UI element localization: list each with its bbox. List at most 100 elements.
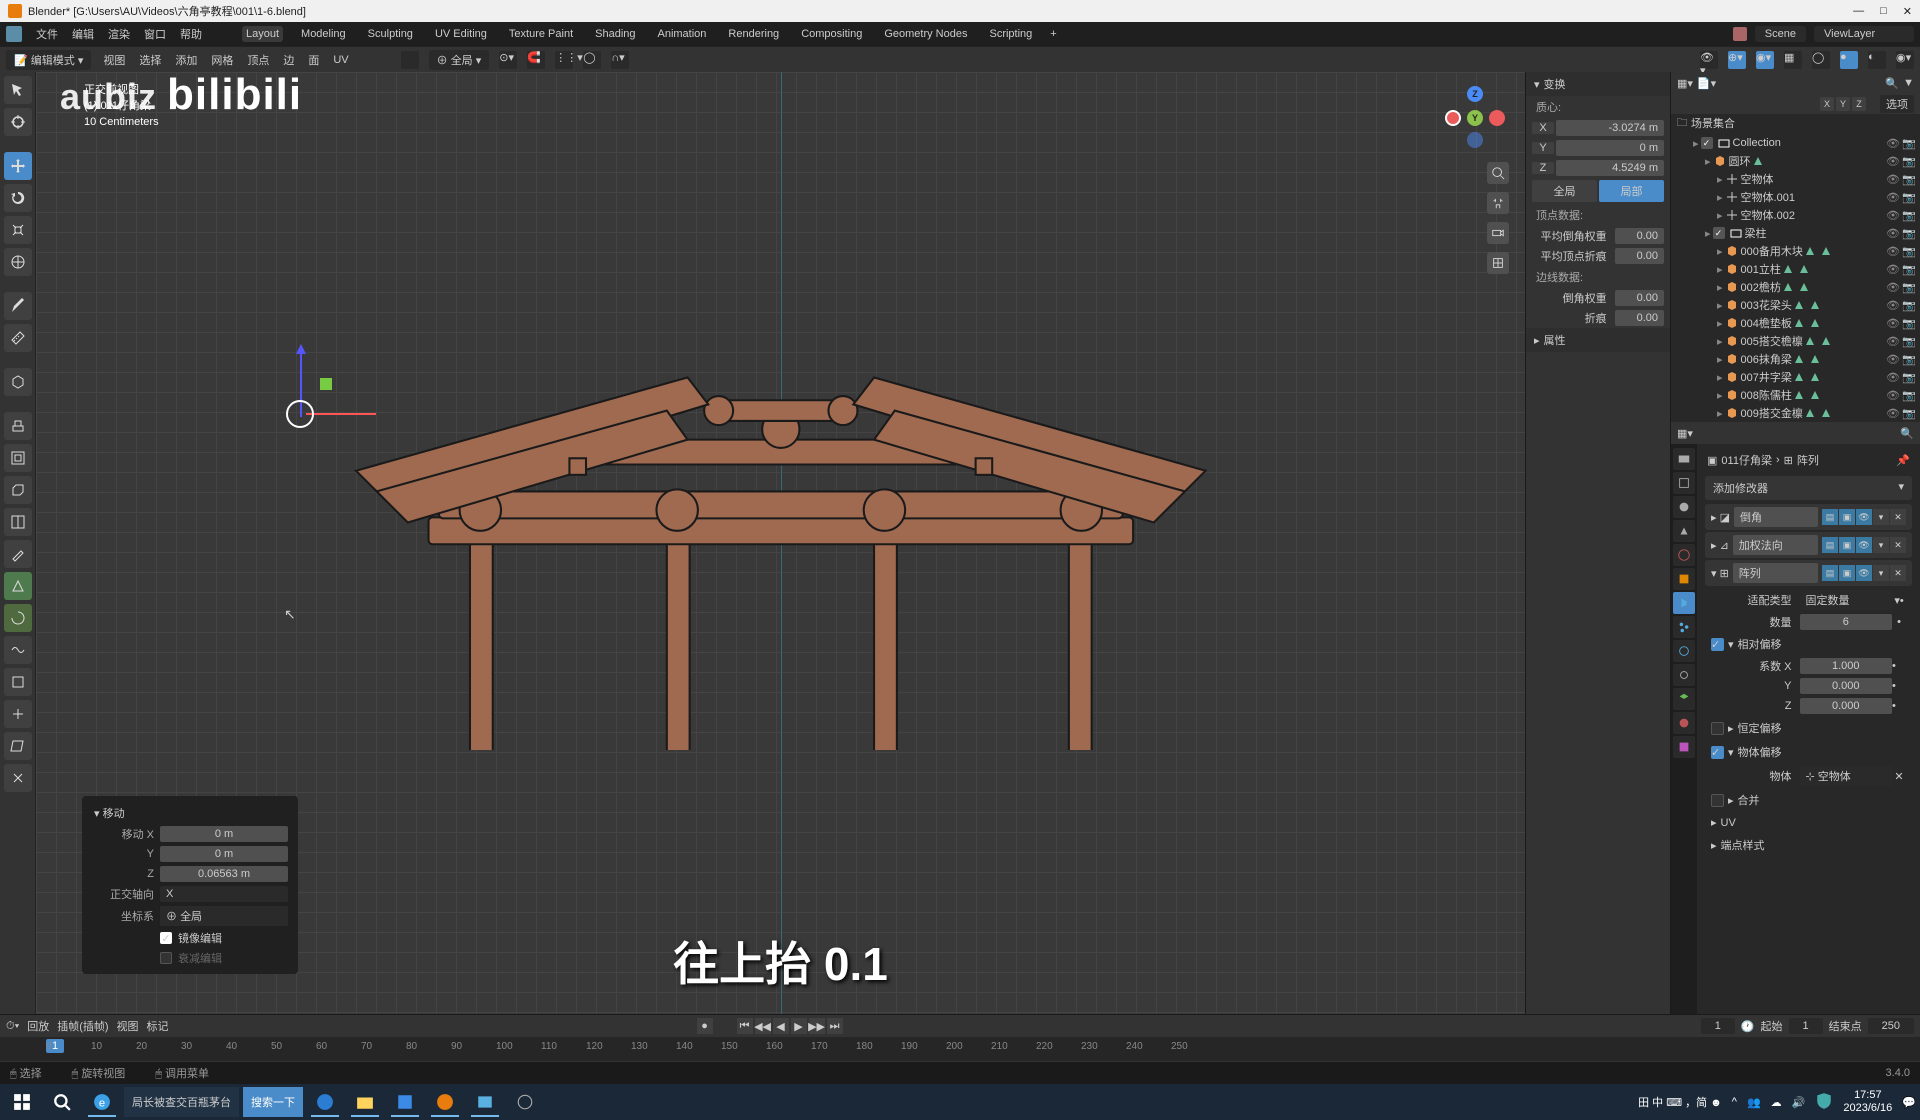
orient-select[interactable]: ⊕ 全局: [160, 906, 288, 926]
prop-tab-render[interactable]: [1673, 448, 1695, 470]
workspace-tab-sculpting[interactable]: Sculpting: [364, 26, 417, 42]
tool-move[interactable]: [4, 152, 32, 180]
tool-transform[interactable]: [4, 248, 32, 276]
proportional-toggle[interactable]: ◯: [583, 51, 601, 69]
move-y-field[interactable]: 0 m: [160, 846, 288, 862]
tool-inset[interactable]: [4, 444, 32, 472]
timeline-ruler[interactable]: 1 01020304050607080901001101201301401501…: [0, 1037, 1920, 1061]
gizmo-center[interactable]: [286, 400, 314, 428]
tray-notifications[interactable]: 💬: [1902, 1096, 1916, 1109]
operator-title[interactable]: ▾ 移动: [88, 802, 292, 824]
tool-cursor[interactable]: [4, 108, 32, 136]
menu-render[interactable]: 渲染: [108, 26, 130, 42]
outliner-row[interactable]: ▸008陈儒柱👁📷: [1671, 386, 1920, 404]
timeline-type-icon[interactable]: ⏱▾: [6, 1020, 19, 1033]
shading-solid[interactable]: ●: [1840, 51, 1858, 69]
axis-gizmo[interactable]: Z Y: [1445, 86, 1505, 146]
select-mode-vertex[interactable]: [401, 51, 419, 69]
properties-search-icon[interactable]: 🔍: [1900, 427, 1914, 440]
axis-y[interactable]: Y: [1467, 110, 1483, 126]
header-menu-face[interactable]: 面: [306, 51, 321, 69]
count-field[interactable]: 6: [1800, 614, 1893, 630]
xray-toggle[interactable]: ▦: [1784, 51, 1802, 69]
factor-z-field[interactable]: 0.000: [1800, 698, 1893, 714]
outliner-filter-icon[interactable]: ▼: [1903, 77, 1914, 89]
tool-smooth[interactable]: [4, 636, 32, 664]
outliner-row[interactable]: ▸✓梁柱👁📷: [1671, 224, 1920, 242]
viewport-3d[interactable]: aubiz bilibili 正交前视图 (1) 011仔角梁 10 Centi…: [36, 72, 1525, 1014]
scene-collection-row[interactable]: 🗀 场景集合: [1671, 114, 1920, 132]
bevel-weight-field[interactable]: 0.00: [1615, 228, 1664, 244]
workspace-tab-shading[interactable]: Shading: [591, 26, 639, 42]
tool-spin[interactable]: [4, 604, 32, 632]
global-btn[interactable]: 全局: [1532, 180, 1597, 202]
prop-tab-object[interactable]: [1673, 568, 1695, 590]
shading-wireframe[interactable]: ◯: [1812, 51, 1830, 69]
outliner-row[interactable]: ▸006抹角梁👁📷: [1671, 350, 1920, 368]
explorer-icon[interactable]: [347, 1087, 383, 1117]
autokey-toggle[interactable]: ●: [697, 1018, 713, 1034]
prop-tab-texture[interactable]: [1673, 736, 1695, 758]
timeline-playback[interactable]: 回放: [27, 1018, 49, 1034]
outliner-row[interactable]: ▸007井字梁👁📷: [1671, 368, 1920, 386]
tool-loop-cut[interactable]: [4, 508, 32, 536]
tool-measure[interactable]: [4, 324, 32, 352]
ime-indicator[interactable]: 田 中 ⌨ ，简 ☻: [1638, 1094, 1722, 1110]
workspace-tab-modeling[interactable]: Modeling: [297, 26, 350, 42]
shading-material[interactable]: ◐: [1868, 51, 1886, 69]
workspace-tab-uv[interactable]: UV Editing: [431, 26, 491, 42]
mirror-z-toggle[interactable]: Z: [1852, 97, 1866, 111]
blender-icon[interactable]: [6, 26, 22, 42]
current-frame-field[interactable]: 1: [1701, 1018, 1735, 1034]
prop-tab-material[interactable]: [1673, 712, 1695, 734]
modifier-bevel[interactable]: ▸ ◪倒角 ▤▣👁▾✕: [1705, 504, 1912, 530]
timeline-marker[interactable]: 标记: [147, 1018, 169, 1034]
workspace-tab-layout[interactable]: Layout: [242, 26, 283, 42]
tool-poly-build[interactable]: [4, 572, 32, 600]
prop-tab-scene[interactable]: [1673, 520, 1695, 542]
jump-end[interactable]: ⏭: [827, 1018, 843, 1034]
modifier-weighted-normal[interactable]: ▸ ⊿加权法向 ▤▣👁▾✕: [1705, 532, 1912, 558]
search-button[interactable]: [44, 1087, 80, 1117]
running-task[interactable]: 局长被查交百瓶茅台: [124, 1087, 239, 1117]
outliner-row[interactable]: ▸003花梁头👁📷: [1671, 296, 1920, 314]
tool-extrude[interactable]: [4, 412, 32, 440]
bread-obj[interactable]: 011仔角梁: [1721, 452, 1772, 468]
gizmo-xy-plane[interactable]: [320, 378, 332, 390]
edge-bevel-field[interactable]: 0.00: [1615, 290, 1664, 306]
header-menu-view[interactable]: 视图: [101, 51, 127, 69]
loc-y-field[interactable]: 0 m: [1556, 140, 1664, 156]
tool-bevel[interactable]: [4, 476, 32, 504]
prop-tab-data[interactable]: [1673, 688, 1695, 710]
tray-people[interactable]: 👥: [1747, 1096, 1761, 1109]
timeline-view[interactable]: 视图: [117, 1018, 139, 1034]
crease-field[interactable]: 0.00: [1615, 310, 1664, 326]
prop-tab-physics[interactable]: [1673, 640, 1695, 662]
mirror-y-toggle[interactable]: Y: [1836, 97, 1850, 111]
mean-crease-field[interactable]: 0.00: [1615, 248, 1664, 264]
prop-tab-modifier[interactable]: [1673, 592, 1695, 614]
start-button[interactable]: [4, 1087, 40, 1117]
outliner-row[interactable]: ▸圆环👁📷: [1671, 152, 1920, 170]
proportional-options[interactable]: ∩▾: [611, 51, 629, 69]
outliner-row[interactable]: ▸009搭交金檩👁📷: [1671, 404, 1920, 422]
header-menu-vertex[interactable]: 顶点: [245, 51, 271, 69]
tool-rip[interactable]: [4, 764, 32, 792]
add-modifier-dropdown[interactable]: 添加修改器▾: [1705, 476, 1912, 500]
pivot-dropdown[interactable]: ⊙▾: [499, 51, 517, 69]
mirror-checkbox[interactable]: ✓: [160, 932, 172, 944]
outliner-display-icon[interactable]: 📄▾: [1697, 77, 1716, 90]
uv-section[interactable]: ▸ UV: [1701, 812, 1916, 833]
axis-x[interactable]: [1445, 110, 1461, 126]
mesh-filter-icon[interactable]: 👁▾: [1700, 51, 1718, 69]
app-icon-3[interactable]: [507, 1087, 543, 1117]
tool-edge-slide[interactable]: [4, 668, 32, 696]
factor-x-field[interactable]: 1.000: [1800, 658, 1893, 674]
prev-keyframe[interactable]: ◀◀: [755, 1018, 771, 1034]
header-menu-uv[interactable]: UV: [331, 53, 350, 67]
local-btn[interactable]: 局部: [1599, 180, 1664, 202]
scene-selector[interactable]: Scene: [1755, 26, 1806, 42]
tray-clock[interactable]: 17:572023/6/16: [1843, 1089, 1892, 1115]
factor-y-field[interactable]: 0.000: [1800, 678, 1893, 694]
move-z-field[interactable]: 0.06563 m: [160, 866, 288, 882]
